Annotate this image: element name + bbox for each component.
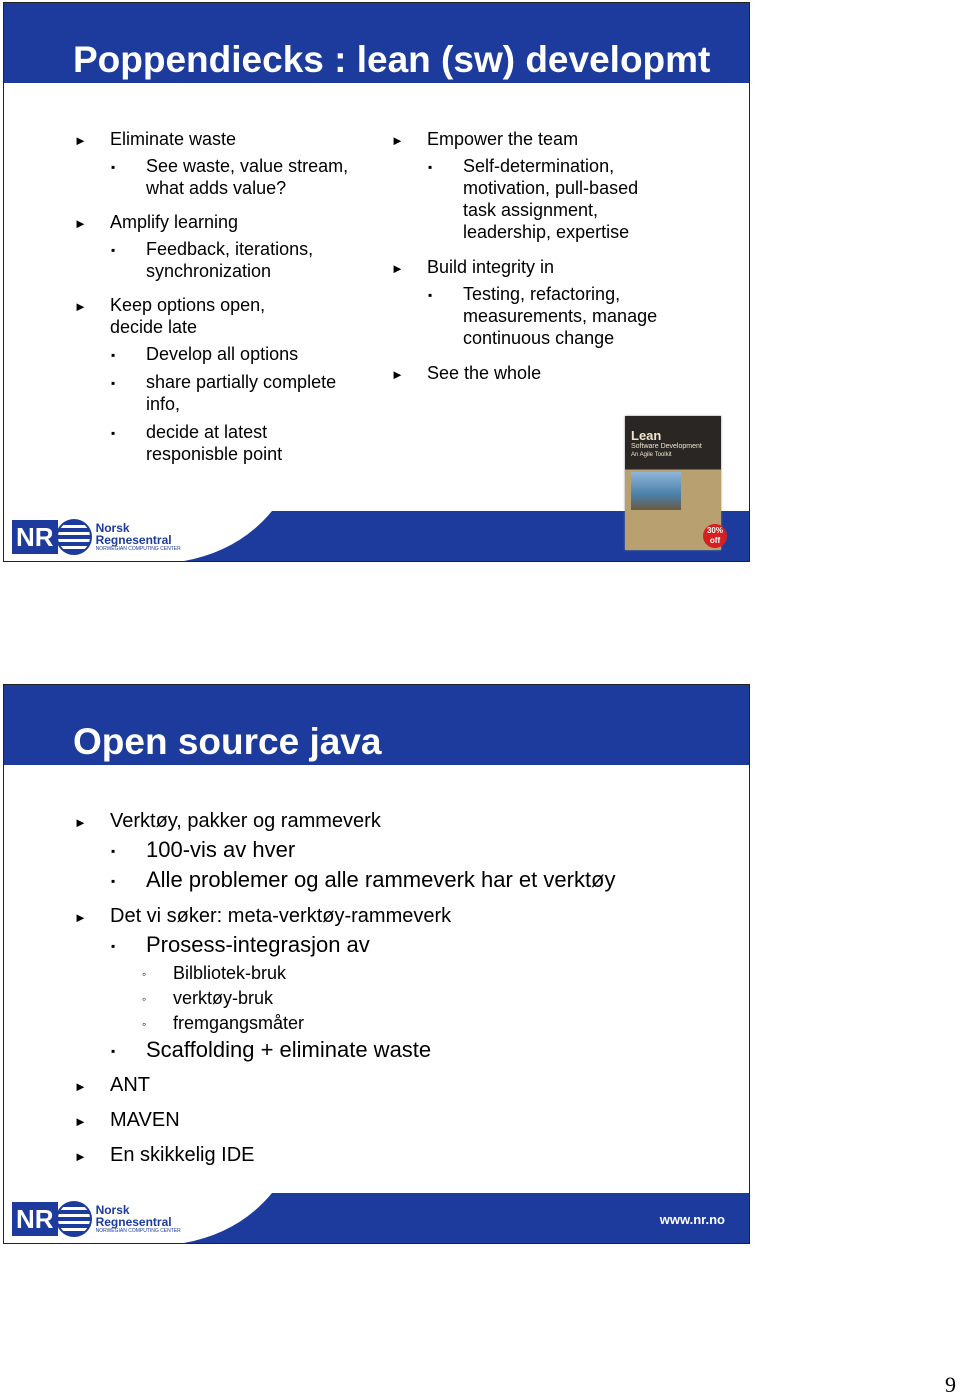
bullet-icon: ► <box>74 299 87 314</box>
bullet-icon: ▪ <box>111 874 116 888</box>
sub-bullet-item: share partially complete <box>146 372 337 392</box>
bullet-item: Keep options open, <box>110 295 266 315</box>
slide-footer: NR Norsk Regnesentral NORWEGIAN COMPUTING C… <box>4 1193 749 1243</box>
bullet-item: En skikkelig IDE <box>110 1144 255 1166</box>
bullet-icon: ◦ <box>142 992 147 1006</box>
nr-logo: NR Norsk Regnesentral NORWEGIAN COMPUTING C… <box>12 1201 181 1237</box>
bullet-icon: ► <box>391 367 404 382</box>
sub-bullet-item: Self-determination, <box>463 156 615 176</box>
slide-title: Open source java <box>73 721 382 762</box>
bullet-icon: ▪ <box>111 844 116 858</box>
sub-sub-bullet-item: verktøy-bruk <box>173 988 274 1008</box>
book-cover-image: Lean Software Development An Agile Toolkit… <box>625 416 727 550</box>
bullet-icon: ▪ <box>111 243 116 257</box>
bullet-icon: ► <box>74 1079 87 1094</box>
sub-bullet-item: task assignment, <box>463 200 599 220</box>
sub-bullet-item: Testing, refactoring, <box>463 284 621 304</box>
sub-bullet-item: Feedback, iterations, <box>146 239 314 259</box>
sub-bullet-item: Scaffolding + eliminate waste <box>146 1037 432 1062</box>
bullet-icon: ► <box>74 1149 87 1164</box>
bullet-icon: ► <box>74 910 87 925</box>
sub-bullet-item: what adds value? <box>146 178 287 198</box>
sub-bullet-item: Develop all options <box>146 344 299 364</box>
bullet-item: Empower the team <box>427 129 579 149</box>
sub-bullet-item: responisble point <box>146 444 283 464</box>
globe-icon <box>55 519 92 555</box>
bullet-item: See the whole <box>427 363 542 383</box>
bullet-icon: ◦ <box>142 1017 147 1031</box>
bullet-icon: ► <box>391 261 404 276</box>
bullet-item: Det vi søker: meta-verktøy-rammeverk <box>110 905 452 927</box>
page-number: 9 <box>945 1372 956 1397</box>
bullet-icon: ► <box>74 815 87 830</box>
slide-lean: Poppendiecks : lean (sw) developmt ► Elim… <box>3 2 750 562</box>
bullet-icon: ► <box>74 1114 87 1129</box>
sub-bullet-item: decide late <box>110 317 198 337</box>
sub-bullet-item: leadership, expertise <box>463 222 630 242</box>
bullet-icon: ▪ <box>111 939 116 953</box>
discount-badge: 30% off <box>703 524 727 548</box>
sub-bullet-item: motivation, pull-based <box>463 178 639 198</box>
bullet-item: Build integrity in <box>427 257 555 277</box>
bullet-icon: ▪ <box>428 288 433 302</box>
bullet-item: Amplify learning <box>110 212 239 232</box>
sub-bullet-item: decide at latest <box>146 422 268 442</box>
bullet-icon: ▪ <box>111 160 116 174</box>
slide-title: Poppendiecks : lean (sw) developmt <box>73 39 711 80</box>
sub-bullet-item: measurements, manage <box>463 306 658 326</box>
bullet-icon: ▪ <box>428 160 433 174</box>
bullet-item: MAVEN <box>110 1109 180 1131</box>
bullet-icon: ▪ <box>111 376 116 390</box>
bullet-item: Eliminate waste <box>110 129 237 149</box>
nr-logo: NR Norsk Regnesentral NORWEGIAN COMPUTING C… <box>12 519 181 555</box>
sub-bullet-item: See waste, value stream, <box>146 156 349 176</box>
sub-bullet-item: Alle problemer og alle rammeverk har et … <box>146 867 616 892</box>
sub-sub-bullet-item: fremgangsmåter <box>173 1013 305 1033</box>
bullet-item: Verktøy, pakker og rammeverk <box>110 810 381 832</box>
bullet-icon: ◦ <box>142 967 147 981</box>
website-link[interactable]: www.nr.no <box>660 1212 725 1227</box>
bullet-icon: ► <box>74 133 87 148</box>
slide-open-source-java: Open source java ► Verktøy, pakker og ram… <box>3 684 750 1244</box>
globe-icon <box>55 1201 92 1237</box>
bullet-icon: ▪ <box>111 348 116 362</box>
bullet-item: ANT <box>110 1074 150 1096</box>
bullet-icon: ► <box>74 216 87 231</box>
sub-bullet-item: synchronization <box>146 261 272 281</box>
sub-bullet-item: info, <box>146 394 181 414</box>
sub-bullet-item: Prosess-integrasjon av <box>146 932 370 957</box>
sub-bullet-item: continuous change <box>463 328 615 348</box>
sub-sub-bullet-item: Bilbliotek-bruk <box>173 963 287 983</box>
bullet-icon: ▪ <box>111 426 116 440</box>
bullet-icon: ► <box>391 133 404 148</box>
bullet-icon: ▪ <box>111 1044 116 1058</box>
sub-bullet-item: 100-vis av hver <box>146 837 296 862</box>
